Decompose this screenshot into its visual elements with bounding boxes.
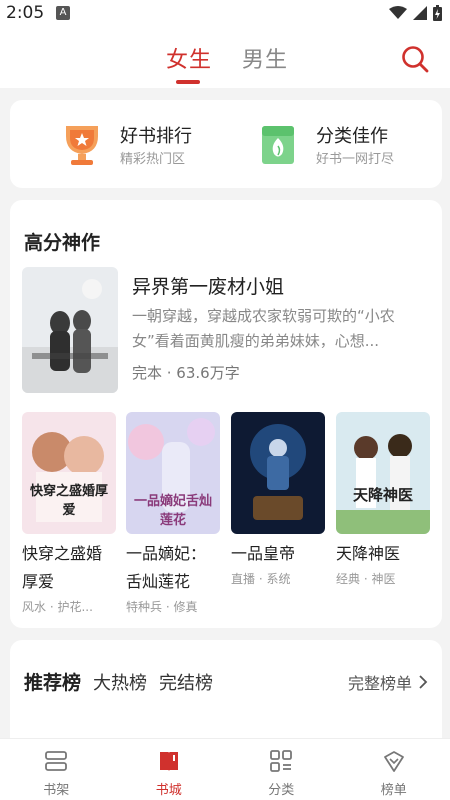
nav-label: 书城 — [155, 783, 182, 798]
nav-ranking[interactable]: 榜单 — [338, 739, 450, 800]
quick-link-subtitle: 好书一网打尽 — [316, 152, 395, 167]
full-list-link[interactable]: 完整榜单 — [348, 670, 428, 694]
book-item[interactable]: 快穿之盛婚厚爱 快穿之盛婚厚爱 风水 · 护花... — [22, 412, 116, 615]
quick-link-subtitle: 精彩热门区 — [120, 152, 186, 167]
tab-recommended[interactable]: 推荐榜 — [24, 668, 81, 695]
quick-link-category-picks[interactable]: 分类佳作 好书一网打尽 — [258, 120, 438, 170]
book-title: 快穿之盛婚厚爱 — [22, 544, 103, 591]
book-title: 一品嫡妃：舌灿莲花 — [126, 544, 207, 591]
quick-links-card: 好书排行 精彩热门区 分类佳作 好书一网打尽 — [10, 100, 442, 188]
featured-book-title[interactable]: 异界第一废材小姐 — [132, 272, 284, 299]
book-cover: 一品嫡妃舌灿莲花 — [126, 412, 220, 534]
signal-icon — [413, 6, 427, 20]
book-tags: 特种兵 · 修真 — [126, 600, 198, 614]
category-icon — [262, 126, 294, 164]
nav-bookstore[interactable]: 书城 — [113, 739, 226, 800]
wifi-icon — [389, 6, 407, 19]
book-tags: 直播 · 系统 — [231, 572, 291, 586]
book-cover — [231, 412, 325, 534]
book-item[interactable]: 天降神医 天降神医 经典 · 神医 — [336, 412, 430, 587]
cover-text: 天降神医 — [352, 486, 413, 504]
category-grid-icon — [270, 750, 293, 772]
tab-female[interactable]: 女生 — [166, 42, 212, 74]
quick-link-title: 分类佳作 — [316, 126, 388, 147]
book-tags: 风水 · 护花... — [22, 600, 93, 614]
status-time: 2:05 — [6, 3, 45, 23]
status-bar: 2:05 A — [0, 0, 450, 28]
search-icon[interactable] — [400, 44, 430, 74]
notification-icon: A — [56, 6, 70, 20]
quick-link-title: 好书排行 — [120, 126, 192, 147]
book-cover: 天降神医 — [336, 412, 430, 534]
nav-category[interactable]: 分类 — [225, 739, 338, 800]
system-icons — [389, 5, 442, 21]
nav-bookshelf[interactable]: 书架 — [0, 739, 113, 800]
tab-popular[interactable]: 大热榜 — [93, 669, 147, 695]
nav-label: 书架 — [43, 783, 70, 798]
cover-text: 快穿之盛婚厚爱 — [29, 484, 108, 518]
featured-book-description: 一朝穿越，穿越成农家软弱可欺的“小农女”看着面黄肌瘦的弟弟妹妹，心想... — [132, 307, 395, 350]
book-tags: 经典 · 神医 — [336, 572, 396, 586]
top-rated-section: 高分神作 异界第一废材小姐 一朝穿越，穿越成农家软弱可欺的“小农女”看着面黄肌瘦… — [10, 200, 442, 628]
book-title: 一品皇帝 — [231, 544, 296, 563]
book-item[interactable]: 一品皇帝 直播 · 系统 — [231, 412, 325, 587]
tab-male[interactable]: 男生 — [242, 42, 288, 74]
top-nav: 女生 男生 — [0, 28, 450, 88]
cover-text: 一品嫡妃舌灿莲花 — [133, 494, 212, 528]
trophy-icon — [66, 126, 98, 165]
tab-completed[interactable]: 完结榜 — [159, 669, 213, 695]
ranking-tabs: 推荐榜 大热榜 完结榜 — [24, 668, 213, 695]
nav-label: 分类 — [268, 783, 295, 798]
chevron-right-icon — [419, 675, 428, 689]
featured-book-cover[interactable] — [22, 267, 118, 393]
book-item[interactable]: 一品嫡妃舌灿莲花 一品嫡妃：舌灿莲花 特种兵 · 修真 — [126, 412, 220, 615]
book-cover: 快穿之盛婚厚爱 — [22, 412, 116, 534]
full-list-label: 完整榜单 — [347, 674, 412, 693]
featured-book-meta: 完本 · 63.6万字 — [132, 364, 240, 382]
featured-cover-art — [22, 267, 118, 393]
bottom-nav: 书架 书城 分类 榜单 — [0, 738, 450, 800]
ranking-icon — [383, 751, 404, 772]
nav-label: 榜单 — [380, 783, 407, 798]
bookshelf-icon — [45, 751, 68, 771]
bookstore-icon — [159, 752, 178, 771]
active-tab-indicator — [176, 80, 200, 84]
section-title: 高分神作 — [24, 232, 101, 254]
battery-icon — [433, 5, 442, 21]
quick-link-good-books-ranking[interactable]: 好书排行 精彩热门区 — [62, 120, 242, 170]
book-title: 天降神医 — [336, 544, 401, 563]
